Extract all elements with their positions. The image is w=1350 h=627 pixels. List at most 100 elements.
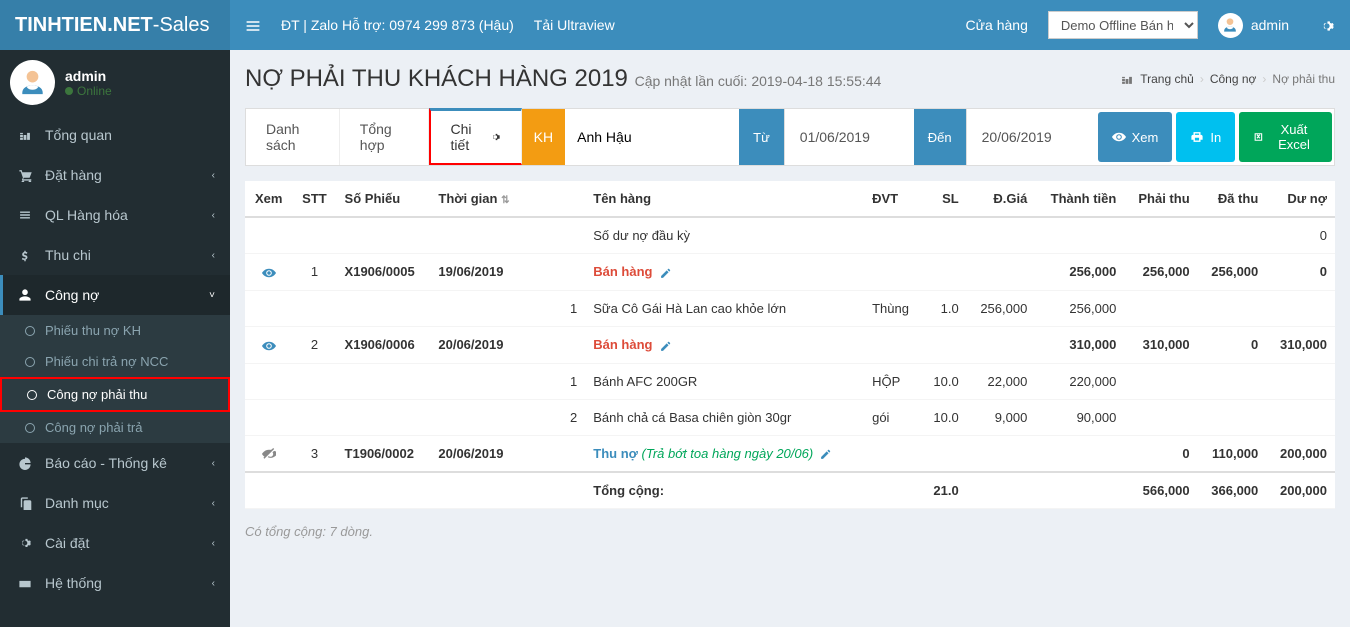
dollar-icon [15,248,35,262]
topbar-user[interactable]: admin [1218,13,1289,38]
breadcrumb-2: Nợ phải thu [1272,72,1335,86]
breadcrumb-1[interactable]: Công nợ [1210,72,1257,86]
table-row: 1X1906/000519/06/2019Bán hàng256,000256,… [245,254,1335,291]
sidebar-item-label: Công nợ [45,287,99,303]
sidebar-item[interactable]: Tổng quan [0,115,230,155]
totals-row: Tổng cộng: 21.0 566,000 366,000 200,000 [245,472,1335,509]
row-title: Bán hàng [593,337,652,352]
pencil-icon[interactable] [659,338,673,352]
eye-icon [1112,130,1126,144]
th-dgia[interactable]: Đ.Giá [967,181,1036,217]
th-sl[interactable]: SL [922,181,967,217]
from-label: Từ [739,109,784,165]
brand-logo[interactable]: TINHTIEN.NET-Sales [0,0,230,50]
pencil-icon[interactable] [659,265,673,279]
sidebar-item[interactable]: Thu chi ‹ [0,235,230,275]
dashboard-icon [1120,72,1134,86]
menu-toggle-icon[interactable] [245,16,261,33]
eye-icon[interactable] [262,446,276,461]
th-stt[interactable]: STT [292,181,336,217]
cart-icon [15,168,35,182]
chevron-icon: ˅ [209,290,215,301]
sidebar-subitem[interactable]: Công nợ phải thu [0,377,230,412]
th-name[interactable]: Tên hàng [585,181,864,217]
breadcrumb: Trang chủ › Công nợ › Nợ phải thu [1120,72,1335,86]
copy-icon [15,496,35,510]
table-row: 2Bánh chả cá Basa chiên giòn 30grgói10.0… [245,399,1335,435]
from-date-input[interactable] [784,109,914,165]
view-button[interactable]: Xem [1098,112,1173,162]
sidebar-subitem[interactable]: Phiếu chi trả nợ NCC [0,346,230,377]
sidebar-item[interactable]: Danh mục ‹ [0,483,230,523]
user-status: Online [65,84,112,98]
eye-icon[interactable] [262,264,276,279]
tab-summary[interactable]: Tổng hợp [340,109,429,165]
support-link[interactable]: ĐT | Zalo Hỗ trợ: 0974 299 873 (Hậu) [281,17,514,33]
sidebar-subitem-label: Phiếu thu nợ KH [45,323,141,338]
circle-icon [25,357,35,367]
sidebar-item[interactable]: Đặt hàng‹ [0,155,230,195]
debt-table: Xem STT Số Phiếu Thời gian ⇅ Tên hàng ĐV… [245,181,1335,509]
sidebar-item-label: Cài đặt [45,535,89,551]
eye-icon[interactable] [262,337,276,352]
sidebar-item[interactable]: QL Hàng hóa ‹ [0,195,230,235]
sidebar-item-label: QL Hàng hóa [45,207,128,223]
excel-icon [1253,130,1264,144]
sidebar-subitem-label: Công nợ phải thu [47,387,147,402]
topbar: ĐT | Zalo Hỗ trợ: 0974 299 873 (Hậu) Tải… [230,0,1350,50]
sidebar-item-label: Thu chi [45,247,91,263]
export-excel-button[interactable]: Xuất Excel [1239,112,1332,162]
customer-input[interactable] [567,111,737,163]
chevron-icon: ‹ [212,210,215,221]
sidebar-subitem-label: Công nợ phải trả [45,420,142,435]
sidebar-item[interactable]: Báo cáo - Thống kê‹ [0,443,230,483]
sidebar-item[interactable]: Hệ thống‹ [0,563,230,603]
filter-bar: Danh sách Tổng hợp Chi tiết KH Từ Đến Xe… [245,108,1335,166]
sidebar-subitem-label: Phiếu chi trả nợ NCC [45,354,168,369]
list-icon [15,208,35,222]
th-duno[interactable]: Dư nợ [1266,181,1335,217]
ultraview-link[interactable]: Tải Ultraview [534,17,615,33]
avatar[interactable] [10,60,55,105]
chevron-icon: ‹ [212,250,215,261]
window-icon [15,576,35,590]
table-row: 1Bánh AFC 200GRHỘP10.022,000220,000 [245,363,1335,399]
pencil-icon[interactable] [819,447,833,461]
sidebar-item-label: Danh mục [45,495,109,511]
tab-list[interactable]: Danh sách [246,109,340,165]
sidebar-item[interactable]: Cài đặt‹ [0,523,230,563]
to-label: Đến [914,109,966,165]
sidebar-subitem[interactable]: Công nợ phải trả [0,412,230,443]
th-view[interactable]: Xem [245,181,292,217]
chevron-icon: ‹ [212,498,215,509]
print-icon [1190,130,1204,144]
pie-icon [15,456,35,470]
user-panel: admin Online [0,50,230,115]
row-title: Bán hàng [593,264,652,279]
circle-icon [27,390,37,400]
th-phaithu[interactable]: Phải thu [1124,181,1197,217]
to-date-input[interactable] [966,109,1096,165]
sidebar-item[interactable]: Công nợ ˅ [0,275,230,315]
row-count-note: Có tổng cộng: 7 dòng. [245,509,1335,554]
sidebar-subitem[interactable]: Phiếu thu nợ KH [0,315,230,346]
sidebar-item-label: Báo cáo - Thống kê [45,455,167,471]
table-row: 2X1906/000620/06/2019Bán hàng310,000310,… [245,326,1335,363]
sort-icon: ⇅ [501,195,509,206]
th-time[interactable]: Thời gian ⇅ [430,181,525,217]
th-dvt[interactable]: ĐVT [864,181,922,217]
chevron-icon: ‹ [212,578,215,589]
settings-gear-icon[interactable] [1319,16,1335,33]
dashboard-icon [15,128,35,142]
table-row: 1Sữa Cô Gái Hà Lan cao khỏe lớnThùng1.02… [245,290,1335,326]
breadcrumb-home[interactable]: Trang chủ [1140,72,1194,86]
th-dathu[interactable]: Đã thu [1198,181,1267,217]
gear-icon [15,536,35,550]
th-thanhtien[interactable]: Thành tiền [1035,181,1124,217]
tab-detail[interactable]: Chi tiết [429,108,522,165]
store-select[interactable]: Demo Offline Bán hàn [1048,11,1198,39]
th-phieu[interactable]: Số Phiếu [337,181,431,217]
print-button[interactable]: In [1176,112,1235,162]
gear-icon [490,130,501,144]
customer-label: KH [522,109,565,165]
